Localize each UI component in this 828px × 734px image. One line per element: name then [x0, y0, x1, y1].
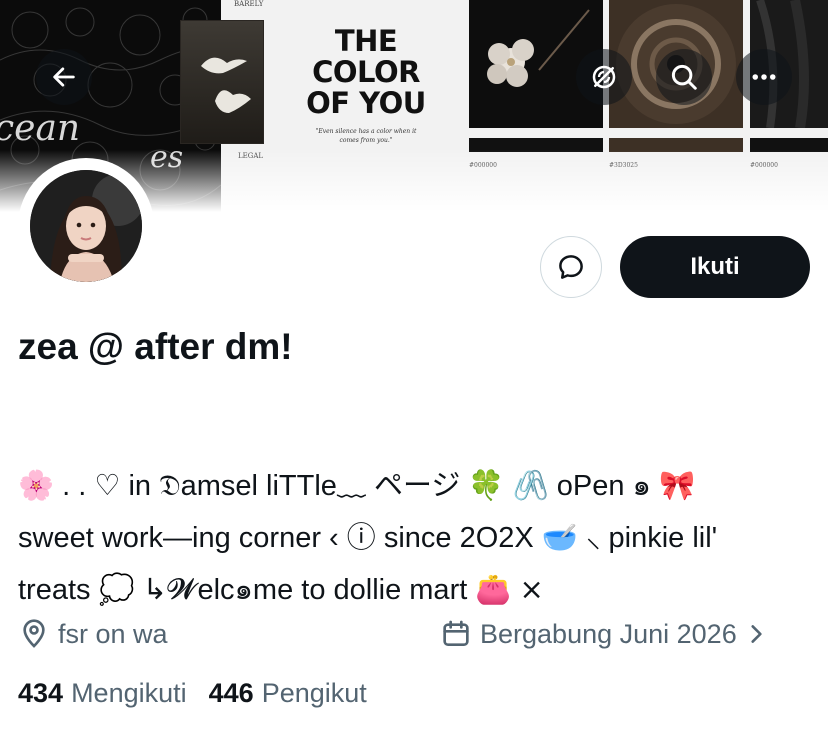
bio-line-2: sweet work—ing corner ‹ ⓘ since 2O2X 🥣 ⸜…: [18, 522, 718, 554]
follow-stats: 434 Mengikuti 446 Pengikut: [18, 678, 367, 709]
join-date-row[interactable]: Bergabung Juni 2026: [440, 618, 769, 650]
location-row: fsr on wa: [18, 618, 168, 650]
doves-illustration: [201, 57, 251, 113]
calendar-icon: [443, 620, 469, 646]
followers-label: Pengikut: [261, 678, 367, 708]
swatch-code-2: #3D3025: [609, 162, 638, 169]
followers-count: 446: [208, 678, 254, 708]
arrow-left-icon: [53, 67, 75, 87]
banner-quote-line-1: "Even silence has a color when it: [315, 128, 417, 135]
chevron-right-icon: [751, 625, 762, 643]
join-date-text: Bergabung Juni 2026: [480, 618, 737, 649]
swatch-code-3: #000000: [750, 162, 778, 169]
message-button[interactable]: [540, 236, 602, 298]
search-button[interactable]: [656, 49, 712, 105]
more-horizontal-icon: [752, 74, 776, 80]
lace-script-text: cean: [0, 108, 81, 149]
banner-title-line-1: THE: [334, 24, 398, 58]
bio-line-1: 🌸 . . ♡ in 𝔇amsel liTTle﹏ ページ 🍀 🖇️ oPen …: [18, 470, 696, 502]
following-label: Mengikuti: [71, 678, 187, 708]
back-button[interactable]: [36, 49, 92, 105]
follow-button[interactable]: Ikuti: [620, 236, 810, 298]
message-bubble-icon: [559, 255, 583, 279]
notifications-button[interactable]: [576, 49, 632, 105]
location-pin-icon: [23, 619, 45, 648]
banner-title-line-3: OF YOU: [306, 86, 426, 120]
bio-line-3: treats 💭 ↳𝓦elc๑me to dollie mart 👛 ⨯: [18, 574, 544, 606]
bell-off-icon: [592, 65, 616, 89]
banner-quote-line-2: comes from you.": [339, 137, 393, 144]
location-text: fsr on wa: [58, 618, 168, 649]
swatch-bar-2: [609, 138, 743, 152]
avatar-portrait: [30, 170, 142, 282]
avatar[interactable]: [30, 170, 142, 282]
caption-bottom: LEGAL: [238, 152, 264, 160]
banner-title-line-2: COLOR: [312, 55, 420, 89]
following-count: 434: [18, 678, 64, 708]
banner-quote: "Even silence has a color when it comes …: [310, 127, 422, 145]
swatch-bar-3: [750, 138, 828, 152]
display-name: zea @ after dm!: [18, 326, 293, 367]
search-icon: [671, 64, 697, 90]
followers-link[interactable]: 446 Pengikut: [209, 678, 367, 709]
lace-script-text-2: es: [150, 140, 184, 175]
doves-image: [180, 20, 264, 144]
more-button[interactable]: [736, 49, 792, 105]
swatch-code-1: #000000: [469, 162, 497, 169]
swatch-bar-1: [469, 138, 603, 152]
following-link[interactable]: 434 Mengikuti: [18, 678, 187, 709]
caption-top: BARELY: [234, 0, 264, 8]
banner-title: THE COLOR OF YOU: [300, 26, 432, 119]
